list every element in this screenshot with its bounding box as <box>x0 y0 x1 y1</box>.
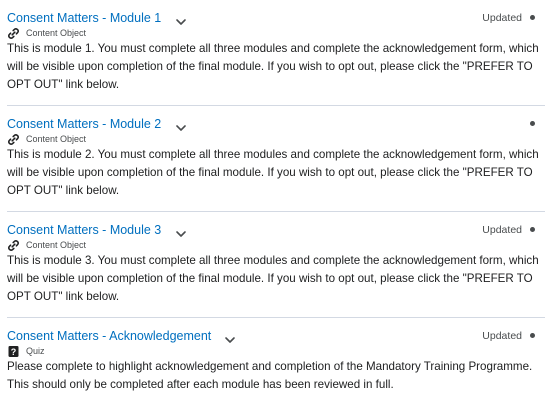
item-type: Content Object <box>7 133 545 146</box>
chevron-down-icon[interactable] <box>174 121 188 135</box>
list-item: Consent Matters - Module 2 Content Objec… <box>0 106 551 212</box>
item-type-label: Content Object <box>26 240 87 250</box>
status-badge: Updated <box>482 327 535 345</box>
item-type-label: Content Object <box>26 28 87 38</box>
item-description: Please complete to highlight acknowledge… <box>7 360 533 391</box>
item-header: Consent Matters - Module 2 <box>7 115 545 133</box>
item-description: This is module 3. You must complete all … <box>7 254 539 303</box>
item-type: Content Object <box>7 239 545 252</box>
item-type: Content Object <box>7 27 545 40</box>
status-text: Updated <box>482 12 522 24</box>
item-type-label: Content Object <box>26 134 87 144</box>
svg-text:?: ? <box>11 347 17 357</box>
content-list: Consent Matters - Module 1 Updated Conte… <box>0 0 551 407</box>
chevron-down-icon[interactable] <box>174 227 188 241</box>
item-description: This is module 1. You must complete all … <box>7 42 539 91</box>
item-header: Consent Matters - Module 1 Updated <box>7 9 545 27</box>
status-badge: Updated <box>482 221 535 239</box>
link-icon <box>7 133 20 146</box>
item-title-link[interactable]: Consent Matters - Module 2 <box>7 117 161 131</box>
status-badge <box>522 115 535 133</box>
status-dot <box>530 332 535 338</box>
item-type: ? Quiz <box>7 345 545 358</box>
item-description: This is module 2. You must complete all … <box>7 148 539 197</box>
chevron-down-icon[interactable] <box>223 333 237 347</box>
chevron-down-icon[interactable] <box>174 15 188 29</box>
item-header: Consent Matters - Acknowledgement Update… <box>7 327 545 345</box>
status-dot <box>530 14 535 20</box>
list-item: Consent Matters - Acknowledgement Update… <box>0 318 551 407</box>
item-type-label: Quiz <box>26 346 45 356</box>
status-badge: Updated <box>482 9 535 27</box>
status-dot <box>530 226 535 232</box>
item-title-link[interactable]: Consent Matters - Module 3 <box>7 223 161 237</box>
list-item: Consent Matters - Module 3 Updated Conte… <box>0 212 551 318</box>
item-header: Consent Matters - Module 3 Updated <box>7 221 545 239</box>
item-title-link[interactable]: Consent Matters - Acknowledgement <box>7 329 211 343</box>
quiz-icon: ? <box>7 345 20 358</box>
status-text: Updated <box>482 224 522 236</box>
status-dot <box>530 120 535 126</box>
status-text: Updated <box>482 330 522 342</box>
item-title-link[interactable]: Consent Matters - Module 1 <box>7 11 161 25</box>
list-item: Consent Matters - Module 1 Updated Conte… <box>0 0 551 106</box>
link-icon <box>7 27 20 40</box>
link-icon <box>7 239 20 252</box>
